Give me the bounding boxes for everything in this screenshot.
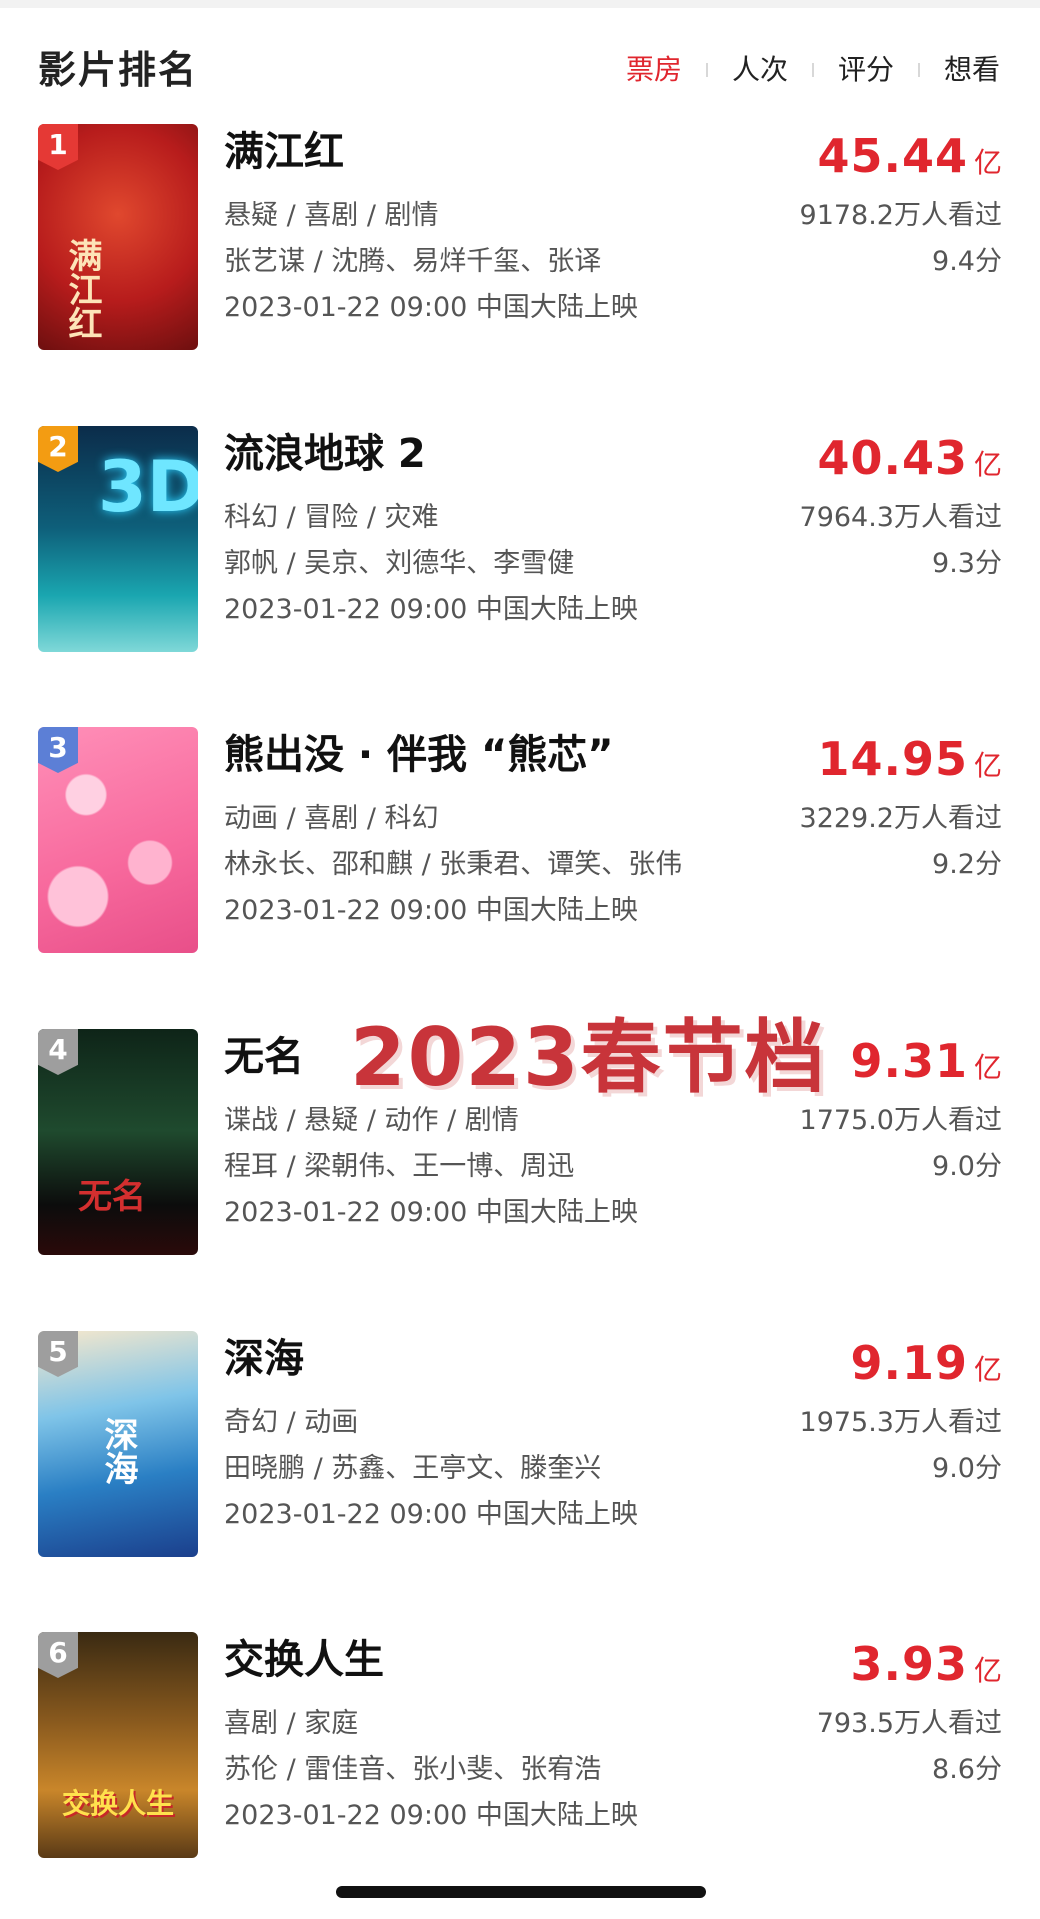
- poster-title-text: 深海: [98, 1417, 138, 1485]
- movie-score: 9.2分: [932, 849, 1002, 880]
- movie-title: 深海: [224, 1336, 304, 1382]
- status-strip: [0, 0, 1040, 8]
- movie-cast: 程耳 / 梁朝伟、王一博、周迅: [224, 1151, 575, 1182]
- movie-genre: 喜剧 / 家庭: [224, 1708, 359, 1739]
- viewer-count: 793.5万人看过: [816, 1708, 1002, 1739]
- movie-poster[interactable]: 深海 5: [38, 1331, 198, 1557]
- movie-title: 熊出没 · 伴我 “熊芯”: [224, 732, 614, 778]
- movie-genre: 悬疑 / 喜剧 / 剧情: [224, 200, 439, 231]
- movie-title: 流浪地球 2: [224, 431, 426, 477]
- movie-title: 无名: [224, 1034, 304, 1080]
- movie-score: 9.0分: [932, 1453, 1002, 1484]
- movie-cast: 田晓鹏 / 苏鑫、王亭文、滕奎兴: [224, 1453, 602, 1484]
- box-office-unit: 亿: [973, 1051, 1002, 1084]
- movie-item[interactable]: 交换人生 6 交换人生 喜剧 / 家庭 苏伦 / 雷佳音、张小斐、张宥浩 202…: [0, 1632, 1040, 1862]
- movie-poster[interactable]: 交换人生 6: [38, 1632, 198, 1858]
- poster-title-text: 满江红: [62, 238, 102, 340]
- movie-poster[interactable]: 满江红 1: [38, 124, 198, 350]
- page-title: 影片排名: [38, 48, 199, 92]
- watermark-overlay-text: 2023春节档: [350, 1011, 827, 1104]
- box-office-unit: 亿: [973, 448, 1002, 481]
- movie-genre: 科幻 / 冒险 / 灾难: [224, 502, 439, 533]
- poster-title-text: 交换人生: [61, 1787, 174, 1820]
- box-office: 40.43 亿: [817, 430, 1002, 497]
- movie-poster[interactable]: 无名 4: [38, 1029, 198, 1255]
- movie-score: 9.0分: [932, 1151, 1002, 1182]
- viewer-count: 7964.3万人看过: [799, 502, 1002, 533]
- movie-item[interactable]: 满江红 1 满江红 悬疑 / 喜剧 / 剧情 张艺谋 / 沈腾、易烊千玺、张译 …: [0, 124, 1040, 354]
- movie-release: 2023-01-22 09:00 中国大陆上映: [224, 895, 638, 926]
- movie-poster[interactable]: 3: [38, 727, 198, 953]
- tab-divider: [705, 63, 708, 77]
- box-office: 14.95 亿: [817, 731, 1002, 798]
- movie-release: 2023-01-22 09:00 中国大陆上映: [224, 1800, 638, 1831]
- header: 影片排名 票房 人次 评分 想看: [38, 42, 1002, 98]
- viewer-count: 1975.3万人看过: [799, 1407, 1002, 1438]
- movie-cast: 林永长、邵和麒 / 张秉君、谭笑、张伟: [224, 849, 683, 880]
- viewer-count: 1775.0万人看过: [799, 1105, 1002, 1136]
- box-office-unit: 亿: [973, 1654, 1002, 1687]
- movie-item[interactable]: 3D 2 流浪地球 2 科幻 / 冒险 / 灾难 郭帆 / 吴京、刘德华、李雪健…: [0, 426, 1040, 656]
- movie-cast: 苏伦 / 雷佳音、张小斐、张宥浩: [224, 1754, 602, 1785]
- movie-score: 8.6分: [932, 1754, 1002, 1785]
- box-office-value: 45.44: [817, 129, 968, 183]
- movie-release: 2023-01-22 09:00 中国大陆上映: [224, 1499, 638, 1530]
- viewer-count: 3229.2万人看过: [799, 803, 1002, 834]
- movie-cast: 张艺谋 / 沈腾、易烊千玺、张译: [224, 246, 602, 277]
- tab-divider: [917, 63, 920, 77]
- box-office-value: 14.95: [817, 732, 968, 786]
- box-office-unit: 亿: [973, 146, 1002, 179]
- movie-item[interactable]: 深海 5 深海 奇幻 / 动画 田晓鹏 / 苏鑫、王亭文、滕奎兴 2023-01…: [0, 1331, 1040, 1561]
- movie-item[interactable]: 3 熊出没 · 伴我 “熊芯” 动画 / 喜剧 / 科幻 林永长、邵和麒 / 张…: [0, 727, 1040, 957]
- tab-score[interactable]: 评分: [836, 42, 896, 98]
- movie-cast: 郭帆 / 吴京、刘德华、李雪健: [224, 548, 575, 579]
- movie-release: 2023-01-22 09:00 中国大陆上映: [224, 1197, 638, 1228]
- tab-viewers[interactable]: 人次: [730, 42, 790, 98]
- poster-title-text: 无名: [78, 1177, 146, 1217]
- movie-release: 2023-01-22 09:00 中国大陆上映: [224, 292, 638, 323]
- box-office-value: 40.43: [817, 431, 968, 485]
- box-office-value: 9.31: [850, 1034, 968, 1088]
- box-office: 3.93 亿: [850, 1636, 1002, 1703]
- tab-want-to-see[interactable]: 想看: [942, 42, 1002, 98]
- movie-genre: 动画 / 喜剧 / 科幻: [224, 803, 439, 834]
- sort-tabs: 票房 人次 评分 想看: [624, 42, 1002, 98]
- movie-score: 9.3分: [932, 548, 1002, 579]
- movie-poster[interactable]: 3D 2: [38, 426, 198, 652]
- home-indicator[interactable]: [336, 1886, 706, 1898]
- tab-box-office[interactable]: 票房: [624, 42, 684, 98]
- movie-score: 9.4分: [932, 246, 1002, 277]
- box-office-value: 3.93: [850, 1637, 968, 1691]
- box-office: 9.31 亿: [850, 1033, 1002, 1100]
- poster-title-text: 3D: [98, 446, 198, 528]
- viewer-count: 9178.2万人看过: [799, 200, 1002, 231]
- movie-release: 2023-01-22 09:00 中国大陆上映: [224, 594, 638, 625]
- movie-genre: 奇幻 / 动画: [224, 1407, 359, 1438]
- box-office-value: 9.19: [850, 1336, 968, 1390]
- movie-title: 交换人生: [224, 1637, 384, 1683]
- box-office-unit: 亿: [973, 749, 1002, 782]
- tab-divider: [811, 63, 814, 77]
- box-office-unit: 亿: [973, 1353, 1002, 1386]
- movie-title: 满江红: [224, 129, 344, 175]
- box-office: 9.19 亿: [850, 1335, 1002, 1402]
- box-office: 45.44 亿: [817, 128, 1002, 195]
